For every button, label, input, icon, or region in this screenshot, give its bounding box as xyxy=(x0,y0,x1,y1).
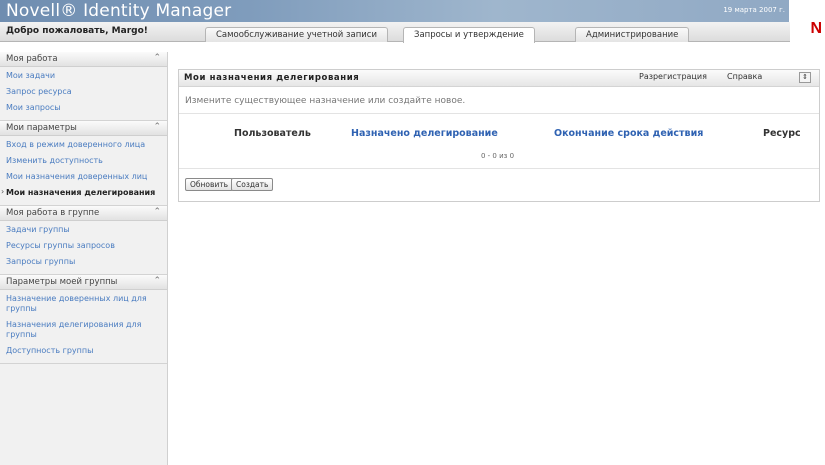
sidebar-section-header[interactable]: Моя работа в группе ⌃ xyxy=(0,206,167,221)
sidebar-section-title: Параметры моей группы xyxy=(6,277,118,287)
sidebar-item-team-proxy-assignments[interactable]: Назначение доверенных лиц для группы xyxy=(0,291,167,317)
welcome-message: Добро пожаловать, Margo! xyxy=(6,26,148,36)
sidebar-section-title: Моя работа xyxy=(6,54,58,64)
sidebar-section-header[interactable]: Мои параметры ⌃ xyxy=(0,121,167,136)
help-link[interactable]: Справка xyxy=(727,72,762,81)
sidebar-section-my-work: Моя работа ⌃ Мои задачи Запрос ресурса М… xyxy=(0,52,167,121)
sidebar-item-my-delegate-assignments[interactable]: Мои назначения делегирования xyxy=(0,185,167,201)
panel-header: Мои назначения делегирования Разрегистра… xyxy=(179,70,819,87)
column-header-resource: Ресурс xyxy=(763,128,801,139)
sidebar-item-team-request-resources[interactable]: Ресурсы группы запросов xyxy=(0,238,167,254)
sidebar-item-edit-availability[interactable]: Изменить доступность xyxy=(0,153,167,169)
refresh-button[interactable]: Обновить xyxy=(185,178,234,191)
logo-area: N xyxy=(789,0,825,42)
sidebar-section-team-work: Моя работа в группе ⌃ Задачи группы Ресу… xyxy=(0,206,167,275)
sidebar-item-my-proxy-assignments[interactable]: Мои назначения доверенных лиц xyxy=(0,169,167,185)
sidebar: Моя работа ⌃ Мои задачи Запрос ресурса М… xyxy=(0,52,168,465)
delegate-assignments-panel: Мои назначения делегирования Разрегистра… xyxy=(178,69,820,202)
sidebar-section-header[interactable]: Моя работа ⌃ xyxy=(0,52,167,67)
sidebar-item-team-delegate-assignments[interactable]: Назначения делегирования для группы xyxy=(0,317,167,343)
sidebar-item-proxy-mode[interactable]: Вход в режим доверенного лица xyxy=(0,137,167,153)
chevron-up-icon[interactable]: ⌃ xyxy=(153,207,161,217)
sidebar-section-team-settings: Параметры моей группы ⌃ Назначение довер… xyxy=(0,275,167,364)
expand-icon[interactable]: ⇕ xyxy=(799,72,811,83)
sidebar-item-my-tasks[interactable]: Мои задачи xyxy=(0,68,167,84)
app-header: Novell® Identity Manager 19 марта 2007 г… xyxy=(0,0,825,42)
logout-link[interactable]: Разрегистрация xyxy=(639,72,707,81)
pagination-info: 0 - 0 из 0 xyxy=(481,152,515,160)
tab-requests-approvals[interactable]: Запросы и утверждение xyxy=(403,27,535,43)
sidebar-section-my-settings: Мои параметры ⌃ Вход в режим доверенного… xyxy=(0,121,167,206)
chevron-up-icon[interactable]: ⌃ xyxy=(153,276,161,286)
chevron-up-icon[interactable]: ⌃ xyxy=(153,53,161,63)
column-header-user: Пользователь xyxy=(234,128,311,139)
sidebar-item-request-resource[interactable]: Запрос ресурса xyxy=(0,84,167,100)
sidebar-item-team-requests[interactable]: Запросы группы xyxy=(0,254,167,270)
create-button[interactable]: Создать xyxy=(231,178,274,191)
current-date: 19 марта 2007 г. xyxy=(723,6,785,14)
column-header-expiration[interactable]: Окончание срока действия xyxy=(554,128,703,139)
divider xyxy=(179,168,819,169)
page-title: Мои назначения делегирования xyxy=(184,73,360,83)
app-title: Novell® Identity Manager xyxy=(6,1,232,21)
tab-bar: Добро пожаловать, Margo! Самообслуживани… xyxy=(0,22,790,43)
sidebar-item-team-tasks[interactable]: Задачи группы xyxy=(0,222,167,238)
sidebar-section-title: Мои параметры xyxy=(6,123,77,133)
panel-description: Измените существующее назначение или соз… xyxy=(185,96,466,106)
column-header-delegation-assigned[interactable]: Назначено делегирование xyxy=(351,128,498,139)
tab-account-self-service[interactable]: Самообслуживание учетной записи xyxy=(205,27,388,42)
novell-logo-icon: N xyxy=(810,20,822,37)
sidebar-section-header[interactable]: Параметры моей группы ⌃ xyxy=(0,275,167,290)
chevron-up-icon[interactable]: ⌃ xyxy=(153,122,161,132)
sidebar-section-title: Моя работа в группе xyxy=(6,208,100,218)
sidebar-item-my-requests[interactable]: Мои запросы xyxy=(0,100,167,116)
sidebar-item-team-availability[interactable]: Доступность группы xyxy=(0,343,167,359)
tab-administration[interactable]: Администрирование xyxy=(575,27,690,42)
divider xyxy=(179,113,819,114)
